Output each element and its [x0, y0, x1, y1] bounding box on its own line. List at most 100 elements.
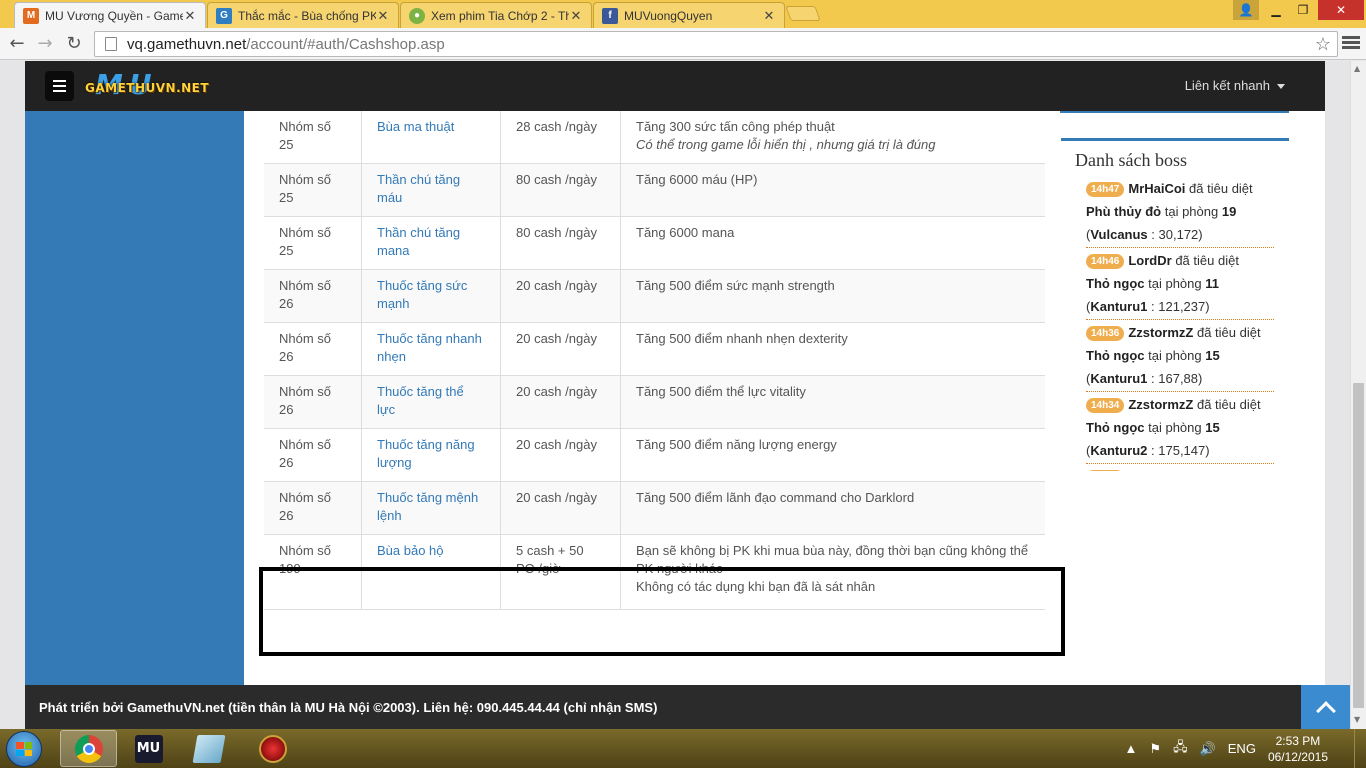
- item-name-link[interactable]: Bùa ma thuật: [362, 111, 501, 163]
- close-tab-icon[interactable]: ✕: [376, 8, 390, 24]
- item-effect-line: Tăng 500 điểm lãnh đạo command cho Darkl…: [636, 490, 915, 505]
- address-bar[interactable]: vq.gamethuvn.net/account/#auth/Cashshop.…: [94, 31, 1338, 57]
- forward-arrow-icon[interactable]: →: [34, 32, 56, 54]
- site-logo[interactable]: MU GAMETHUVN.NET: [85, 68, 209, 101]
- reload-icon[interactable]: ↻: [63, 32, 85, 54]
- browser-tab-movie[interactable]: ● Xem phim Tia Chớp 2 - Th ✕: [400, 2, 592, 28]
- windows-start-button[interactable]: [6, 731, 42, 767]
- maximize-icon[interactable]: ❐: [1290, 0, 1316, 20]
- notepad-icon: [192, 734, 225, 763]
- boss-entry-line: 14h47 MrHaiCoi đã tiêu diệt: [1086, 177, 1274, 200]
- item-effect: Tăng 6000 mana: [621, 217, 1045, 269]
- map-name: Kanturu2: [1090, 443, 1148, 458]
- killed-label: đã tiêu: [1208, 469, 1247, 471]
- item-group: Nhóm số 25: [264, 164, 362, 216]
- table-row: Nhóm số 25 Thần chú tăng máu 80 cash /ngày…: [264, 164, 1045, 217]
- kill-time-badge: 14h36: [1086, 326, 1125, 341]
- item-effect: Tăng 6000 máu (HP): [621, 164, 1045, 216]
- show-desktop-button[interactable]: [1354, 729, 1366, 768]
- close-tab-icon[interactable]: ✕: [762, 8, 776, 24]
- taskbar-notepad[interactable]: [180, 730, 237, 767]
- item-price: 80 cash /ngày: [501, 164, 621, 216]
- map-coords: 30,172: [1158, 227, 1199, 242]
- close-tab-icon[interactable]: ✕: [569, 8, 583, 24]
- item-price: 80 cash /ngày: [501, 217, 621, 269]
- browser-menu-icon[interactable]: [1342, 34, 1360, 52]
- item-price: 20 cash /ngày: [501, 429, 621, 481]
- boss-entry: 14h34 ZzstormzZ đã tiêu diệt Thỏ ngọc tại …: [1086, 393, 1274, 464]
- taskbar-game-launcher[interactable]: [244, 730, 301, 767]
- item-name-link[interactable]: Thần chú tăng mana: [362, 217, 501, 269]
- system-tray: ▲ ⚑ 🖧 🔊 ENG 2:53 PM 06/12/2015: [1125, 729, 1366, 768]
- item-effect-line: Tăng 500 điểm năng lượng energy: [636, 437, 837, 452]
- bookmark-star-icon[interactable]: ☆: [1315, 34, 1331, 55]
- close-tab-icon[interactable]: ✕: [183, 8, 197, 24]
- volume-icon[interactable]: 🔊: [1200, 741, 1216, 757]
- boss-entry: 14h36 ZzstormzZ đã tiêu diệt Thỏ ngọc tại …: [1086, 321, 1274, 392]
- tab-title: Thắc mắc - Bùa chống PK: [238, 8, 376, 23]
- user-profile-icon[interactable]: 👤: [1233, 0, 1259, 20]
- browser-tab-forum[interactable]: G Thắc mắc - Bùa chống PK ✕: [207, 2, 399, 28]
- room-number: 11: [1205, 276, 1219, 291]
- browser-tab-mu[interactable]: M MU Vương Quyền - Game ✕: [14, 2, 206, 28]
- tray-expand-icon[interactable]: ▲: [1125, 741, 1138, 756]
- forum-favicon-icon: G: [216, 7, 232, 24]
- killed-label: đã tiêu diệt: [1189, 181, 1253, 196]
- quick-links-dropdown[interactable]: Liên kết nhanh: [1185, 78, 1285, 93]
- address-path: /account/#auth/Cashshop.asp: [246, 35, 445, 53]
- language-indicator[interactable]: ENG: [1228, 741, 1256, 756]
- minimize-icon[interactable]: ▁: [1263, 0, 1289, 20]
- page-scrollbar[interactable]: ▲ ▼: [1350, 61, 1366, 729]
- map-coords: 175,147: [1158, 443, 1206, 458]
- table-row: Nhóm số 25 Bùa ma thuật 28 cash /ngày Tăng …: [264, 111, 1045, 164]
- player-name: ZzstormzZ: [1128, 397, 1194, 412]
- boss-entry: 14h46 LordDr đã tiêu diệt Thỏ ngọc tại phò…: [1086, 249, 1274, 320]
- network-icon[interactable]: 🖧: [1173, 738, 1188, 760]
- kill-time-badge: 14h30: [1086, 470, 1125, 471]
- player-name: LaoDongVat: [1128, 469, 1204, 471]
- hamburger-menu-icon[interactable]: [45, 71, 74, 101]
- browser-tab-facebook[interactable]: f MUVuongQuyen ✕: [593, 2, 785, 28]
- item-name-link[interactable]: Thuốc tăng nhanh nhẹn: [362, 323, 501, 375]
- item-name-link[interactable]: Thuốc tăng thể lực: [362, 376, 501, 428]
- action-center-flag-icon[interactable]: ⚑: [1149, 741, 1161, 757]
- boss-entry-line: Phù thủy đỏ tại phòng 19: [1086, 200, 1274, 223]
- boss-name: Thỏ ngọc: [1086, 348, 1145, 363]
- room-label: tại phòng: [1148, 348, 1202, 363]
- windows-taskbar: MU ▲ ⚑ 🖧 🔊 ENG 2:53 PM 06/12/2015: [0, 729, 1366, 768]
- facebook-favicon-icon: f: [602, 7, 618, 24]
- taskbar-chrome[interactable]: [60, 730, 117, 767]
- window-close-icon[interactable]: ✕: [1318, 0, 1364, 20]
- room-label: tại phòng: [1148, 276, 1202, 291]
- item-price: 20 cash /ngày: [501, 376, 621, 428]
- boss-entry-line: (Kanturu1 : 121,237): [1086, 299, 1210, 314]
- scrollbar-thumb[interactable]: [1353, 383, 1364, 708]
- kill-time-badge: 14h47: [1086, 182, 1125, 197]
- killed-label: đã tiêu diệt: [1175, 253, 1239, 268]
- back-arrow-icon[interactable]: ←: [6, 32, 28, 54]
- taskbar-mu-game[interactable]: MU: [120, 730, 177, 767]
- clock-time: 2:53 PM: [1275, 733, 1321, 748]
- caret-down-icon: [1277, 84, 1285, 90]
- site-navbar: MU GAMETHUVN.NET Liên kết nhanh: [25, 61, 1325, 111]
- new-tab-button[interactable]: [785, 6, 821, 21]
- scroll-down-arrow-icon[interactable]: ▼: [1354, 715, 1360, 724]
- left-sidebar: [25, 61, 244, 685]
- item-name-link[interactable]: Thuốc tăng mệnh lệnh: [362, 482, 501, 534]
- cashshop-table: Nhóm số 25Bùa sát thương32 cash /ngàyTăn…: [264, 61, 1045, 610]
- map-name: Vulcanus: [1090, 227, 1148, 242]
- item-name-link[interactable]: Thuốc tăng sức mạnh: [362, 270, 501, 322]
- item-name-link[interactable]: Thuốc tăng năng lượng: [362, 429, 501, 481]
- item-effect-line: Tăng 500 điểm nhanh nhẹn dexterity: [636, 331, 848, 346]
- taskbar-clock[interactable]: 2:53 PM 06/12/2015: [1268, 733, 1328, 765]
- player-name: LordDr: [1128, 253, 1172, 268]
- scroll-up-arrow-icon[interactable]: ▲: [1354, 64, 1360, 73]
- scroll-to-top-button[interactable]: [1301, 685, 1350, 729]
- item-name-link[interactable]: Thần chú tăng máu: [362, 164, 501, 216]
- table-row: Nhóm số 26 Thuốc tăng năng lượng 20 cash /…: [264, 429, 1045, 482]
- map-name: Kanturu1: [1090, 371, 1148, 386]
- boss-entry-line: 14h34 ZzstormzZ đã tiêu diệt: [1086, 393, 1274, 416]
- clock-date: 06/12/2015: [1267, 749, 1328, 764]
- item-effect: Tăng 500 điểm sức mạnh strength: [621, 270, 1045, 322]
- boss-name: Thỏ ngọc: [1086, 420, 1145, 435]
